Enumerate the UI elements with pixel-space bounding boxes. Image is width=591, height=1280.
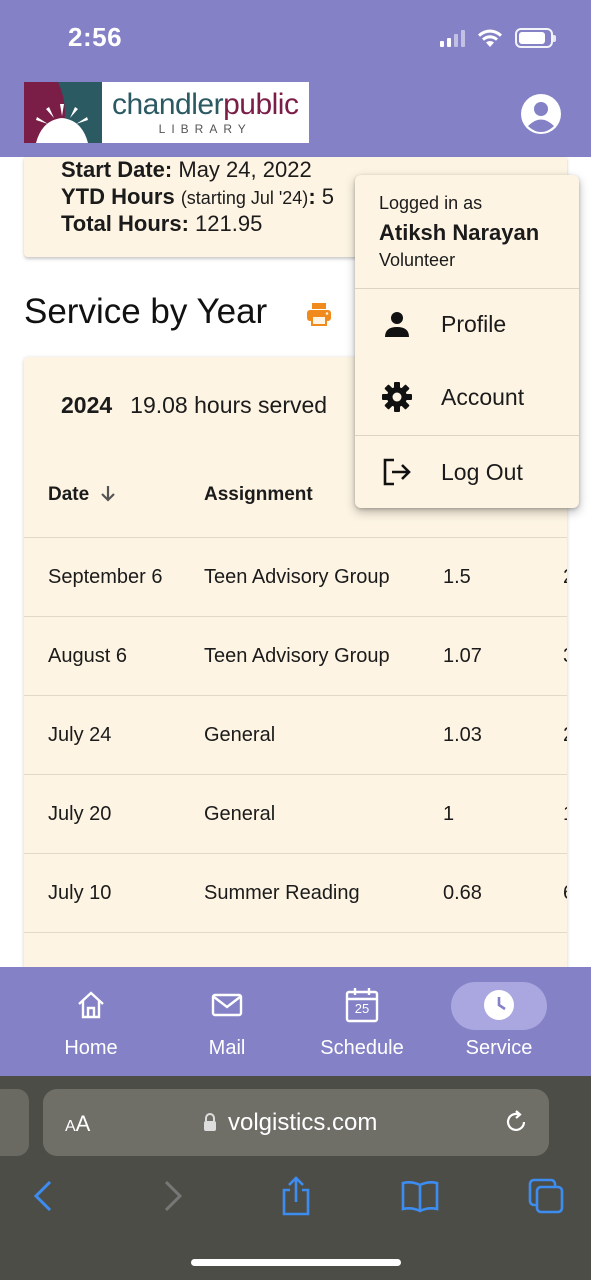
bookmarks-icon[interactable] (400, 1176, 440, 1216)
cell-hours: 1 (443, 803, 455, 825)
year-summary: 2024 19.08 hours served (61, 392, 328, 418)
table-row[interactable]: July 20 General 1 1 (24, 774, 567, 853)
cell-date: August 6 (48, 645, 127, 667)
home-indicator (191, 1259, 401, 1266)
nav-label: Schedule (320, 1037, 404, 1059)
home-icon (78, 991, 104, 1019)
printer-icon[interactable] (305, 300, 333, 328)
table-row[interactable]: July 24 General 1.03 2 (24, 695, 567, 774)
tabs-icon[interactable] (526, 1176, 566, 1216)
cell-extra: 6 (563, 882, 567, 905)
reload-icon[interactable] (503, 1109, 529, 1135)
lock-icon (204, 1113, 216, 1131)
nav-item-schedule[interactable]: 25 Schedule (302, 967, 422, 1076)
total-hours-line: Total Hours: 121.95 (61, 211, 263, 236)
table-row[interactable]: July 10 Summer Reading 0.68 6 (24, 853, 567, 932)
cell-extra: 3 (563, 645, 567, 668)
menu-divider (355, 435, 579, 436)
cell-extra: 1 (563, 803, 567, 826)
share-icon[interactable] (276, 1176, 316, 1216)
account-circle-icon[interactable] (520, 93, 562, 135)
nav-label: Mail (208, 1037, 246, 1059)
calendar-icon: 25 (345, 987, 379, 1023)
menu-item-account[interactable]: Account (355, 365, 579, 429)
bottom-nav: Home Mail 25 Schedule Service (0, 967, 591, 1076)
status-icons (440, 28, 556, 48)
cell-hours: 1.07 (443, 645, 482, 667)
section-title: Service by Year (24, 292, 268, 331)
logged-in-label: Logged in as (379, 193, 483, 213)
cell-date: September 6 (48, 566, 163, 588)
column-header-assignment[interactable]: Assignment (204, 484, 313, 506)
ytd-hours-line: YTD Hours (starting Jul '24): 5 (61, 184, 335, 209)
library-logo[interactable]: chandlerpublic LIBRARY (24, 82, 309, 143)
table-row[interactable]: August 6 Teen Advisory Group 1.07 3 (24, 616, 567, 695)
menu-divider (355, 288, 579, 289)
url-text: volgistics.com (228, 1109, 378, 1136)
cell-assignment: General (204, 724, 276, 746)
column-header-date[interactable]: Date (48, 484, 116, 506)
sort-arrow-down-icon (101, 486, 116, 502)
clock-icon (484, 990, 514, 1020)
cell-date: July 20 (48, 803, 112, 825)
user-name: Atiksh Narayan (379, 220, 540, 245)
logo-name: chandlerpublic (112, 87, 299, 121)
nav-item-mail[interactable]: Mail (167, 967, 287, 1076)
address-bar[interactable]: AA volgistics.com (43, 1089, 549, 1156)
mail-icon (211, 993, 243, 1017)
nav-item-service[interactable]: Service (439, 967, 559, 1076)
back-icon[interactable] (24, 1176, 64, 1216)
cell-extra: 2 (563, 566, 567, 589)
logout-icon (381, 456, 413, 488)
battery-icon (515, 28, 556, 48)
calendar-day: 25 (354, 1001, 370, 1016)
cell-date: July 24 (48, 724, 112, 746)
status-time: 2:56 (68, 22, 123, 52)
wifi-icon (478, 29, 502, 47)
menu-user-info: Logged in as Atiksh Narayan Volunteer (379, 193, 539, 271)
previous-tab[interactable] (0, 1089, 29, 1156)
nav-item-home[interactable]: Home (31, 967, 151, 1076)
cell-hours: 1.5 (443, 566, 471, 588)
cell-assignment: Summer Reading (204, 882, 360, 904)
cell-assignment: General (204, 803, 276, 825)
menu-item-label: Account (441, 383, 525, 410)
person-icon (381, 308, 413, 340)
start-date-line: Start Date: May 24, 2022 (61, 157, 312, 182)
nav-label: Home (64, 1037, 118, 1059)
user-role: Volunteer (379, 250, 456, 270)
logo-mark-icon (24, 82, 102, 143)
cell-hours: 0.68 (443, 882, 482, 904)
table-row[interactable]: September 6 Teen Advisory Group 1.5 2 (24, 537, 567, 616)
cell-signal-icon (440, 29, 465, 47)
menu-item-label: Profile (441, 310, 507, 337)
cell-assignment: Teen Advisory Group (204, 566, 390, 588)
reader-options-button[interactable]: AA (65, 1111, 90, 1137)
cell-assignment: Teen Advisory Group (204, 645, 390, 667)
nav-label: Service (465, 1037, 533, 1059)
cell-hours: 1.03 (443, 724, 482, 746)
logo-subtitle: LIBRARY (158, 121, 252, 136)
menu-item-logout[interactable]: Log Out (355, 440, 579, 504)
account-menu: Logged in as Atiksh Narayan Volunteer Pr… (355, 175, 579, 508)
gear-icon (381, 381, 413, 413)
menu-item-label: Log Out (441, 458, 523, 485)
cell-date: July 10 (48, 882, 112, 904)
cell-extra: 2 (563, 724, 567, 747)
menu-item-profile[interactable]: Profile (355, 292, 579, 356)
forward-icon[interactable] (152, 1176, 192, 1216)
